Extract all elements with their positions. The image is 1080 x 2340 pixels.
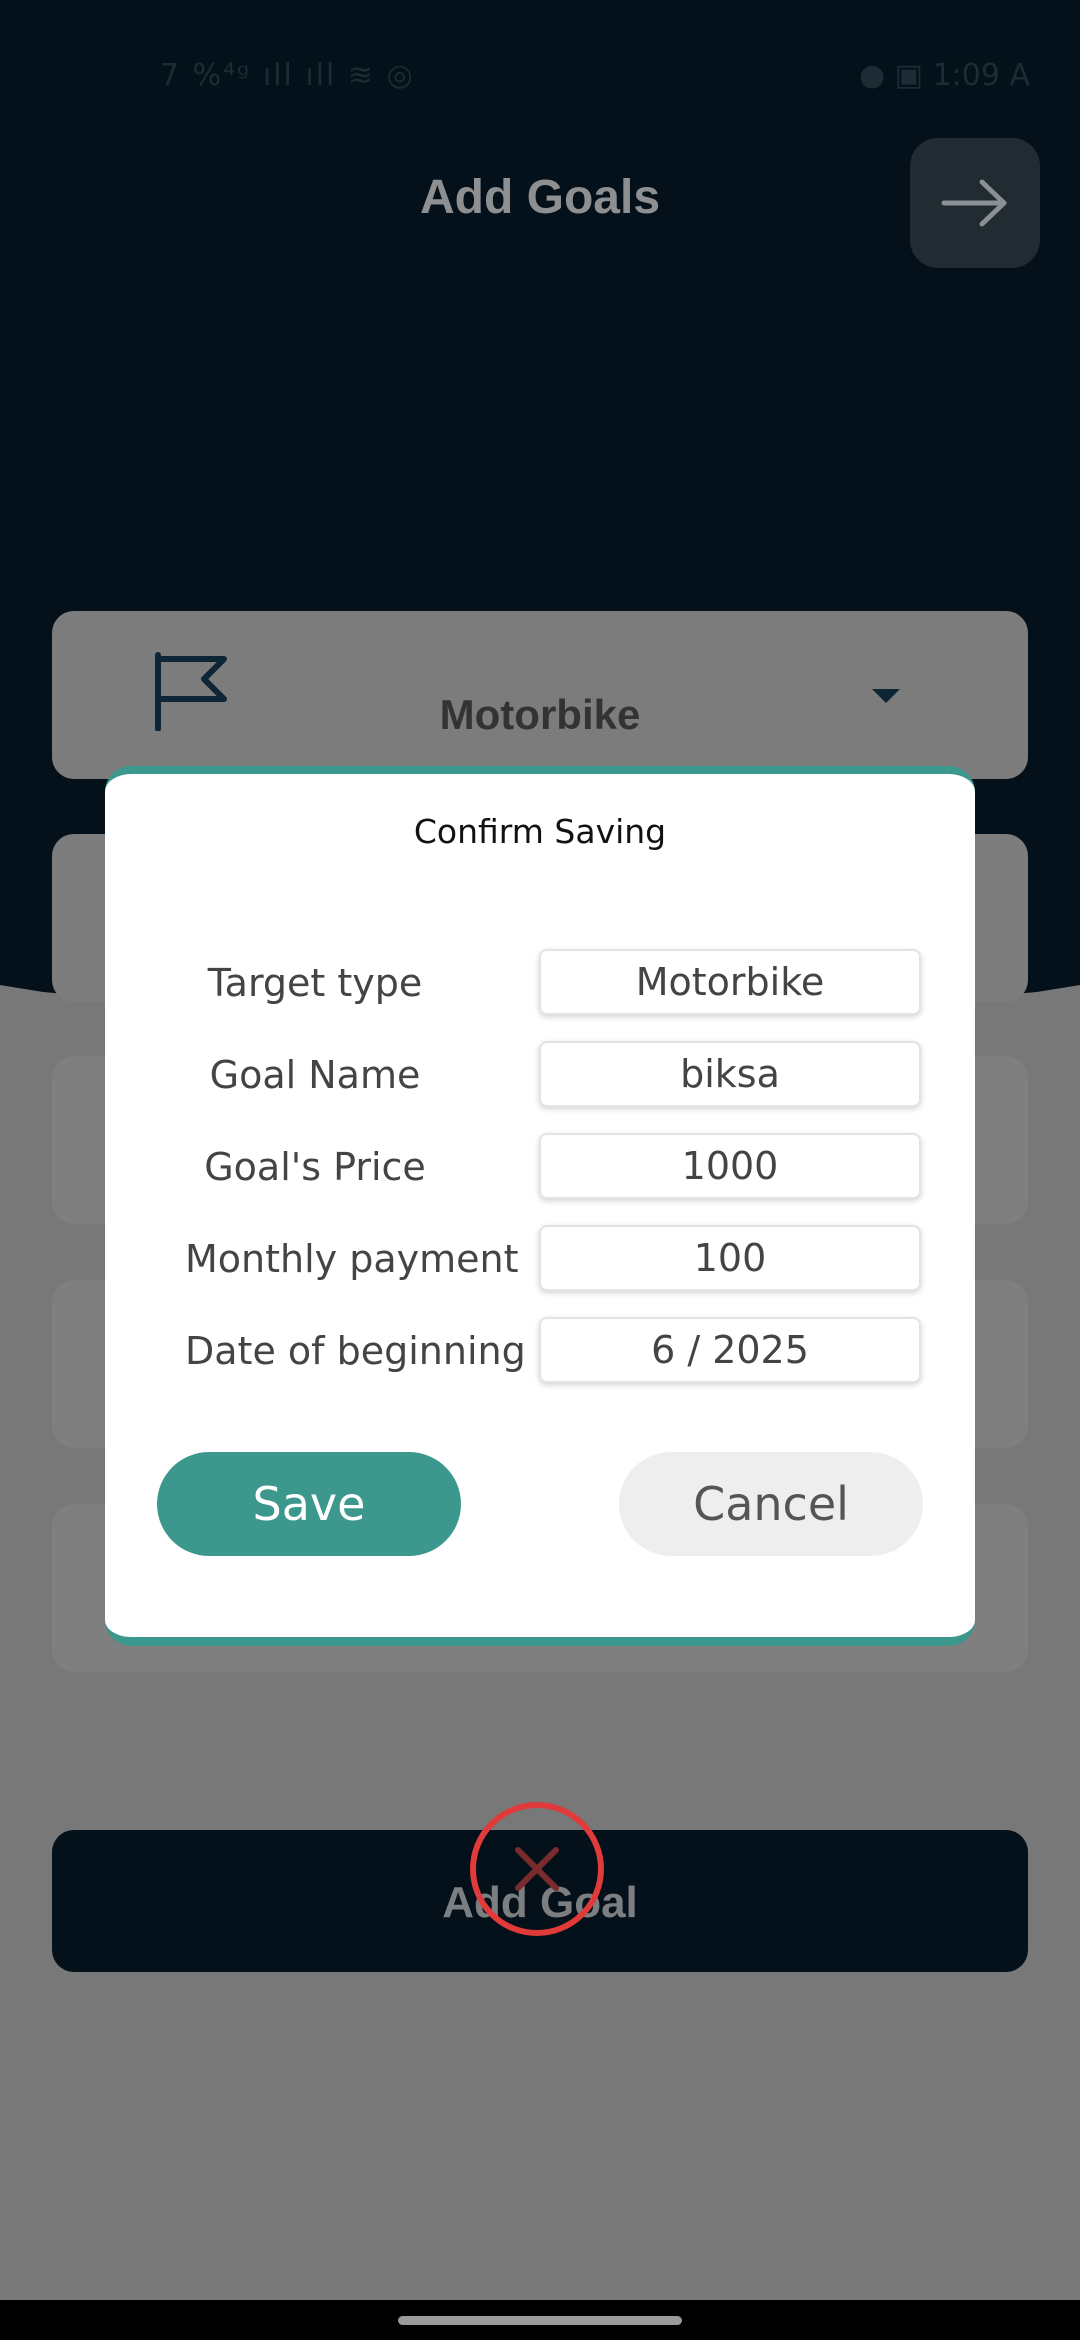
dialog-row-date-of-beginning: Date of beginning 6 / 2025 (105, 1317, 975, 1389)
row-label: Target type (207, 961, 423, 1005)
close-x-icon (515, 1847, 559, 1891)
row-label: Monthly payment (185, 1237, 519, 1281)
arrow-right-icon (941, 179, 1007, 227)
target-type-dropdown[interactable]: Motorbike (52, 611, 1028, 779)
caret-down-icon (872, 689, 900, 703)
row-value: 1000 (539, 1133, 921, 1199)
dialog-row-goal-name: Goal Name biksa (105, 1041, 975, 1113)
dialog-row-target-type: Target type Motorbike (105, 949, 975, 1021)
row-value: biksa (539, 1041, 921, 1107)
cancel-button[interactable]: Cancel (619, 1452, 923, 1556)
confirm-saving-dialog: Confirm Saving Target type Motorbike Goa… (105, 766, 975, 1646)
row-value: 100 (539, 1225, 921, 1291)
row-label: Date of beginning (185, 1329, 526, 1373)
next-button[interactable] (910, 138, 1040, 268)
status-icons-left: 7 %⁴ᵍ ıll ıll ≋ ◎ (160, 58, 415, 93)
row-label: Goal's Price (204, 1145, 426, 1189)
row-value: 6 / 2025 (539, 1317, 921, 1383)
dialog-title: Confirm Saving (413, 812, 667, 851)
dialog-row-monthly-payment: Monthly payment 100 (105, 1225, 975, 1297)
navigation-bar (0, 2300, 1080, 2340)
status-bar: 7 %⁴ᵍ ıll ıll ≋ ◎ ● ▣ 1:09 A (0, 40, 1080, 110)
home-gesture-handle[interactable] (398, 2316, 682, 2325)
row-value: Motorbike (539, 949, 921, 1015)
dialog-row-goal-price: Goal's Price 1000 (105, 1133, 975, 1205)
save-button[interactable]: Save (157, 1452, 461, 1556)
overlay-close-marker[interactable] (470, 1802, 604, 1936)
status-icons-right: ● ▣ 1:09 A (858, 58, 1030, 93)
row-label: Goal Name (209, 1053, 421, 1097)
